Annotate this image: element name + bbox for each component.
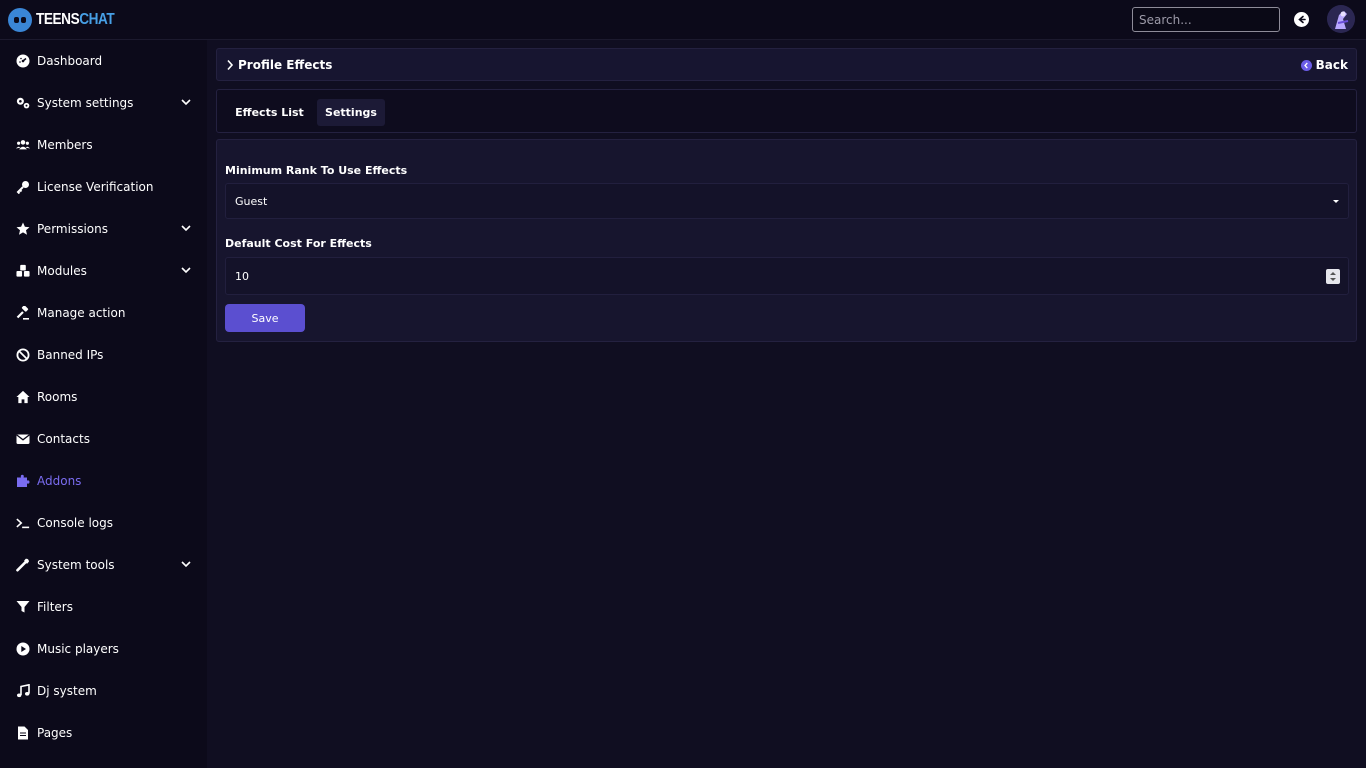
sidebar-item-license-verification[interactable]: License Verification [0,166,207,208]
back-arrow-icon[interactable] [1294,12,1309,27]
puzzle-icon [16,474,30,488]
back-button[interactable]: Back [1300,58,1348,72]
sidebar-item-contacts[interactable]: Contacts [0,418,207,460]
sidebar-item-system-tools[interactable]: System tools [0,544,207,586]
default-cost-value: 10 [235,269,249,283]
default-cost-label: Default Cost For Effects [225,237,372,250]
sidebar-item-label: Manage action [37,306,126,320]
tab-effects-list[interactable]: Effects List [231,99,308,126]
sidebar-item-pages[interactable]: Pages [0,712,207,754]
min-rank-label: Minimum Rank To Use Effects [225,164,408,177]
gears-icon [16,96,30,110]
envelope-icon [16,432,30,446]
sidebar: Dashboard System settings Members Licens… [0,40,207,768]
sidebar-item-manage-action[interactable]: Manage action [0,292,207,334]
sidebar-item-dj-system[interactable]: Dj system [0,670,207,712]
sidebar-item-filters[interactable]: Filters [0,586,207,628]
sidebar-item-label: Rooms [37,390,78,404]
sidebar-item-modules[interactable]: Modules [0,250,207,292]
sidebar-item-music-players[interactable]: Music players [0,628,207,670]
chevron-right-icon [227,59,234,70]
caret-down-icon [1333,200,1339,203]
back-button-label: Back [1315,58,1348,72]
avatar[interactable] [1327,5,1355,33]
min-rank-value: Guest [235,194,268,208]
main-content: Profile Effects Back Effects List Settin… [207,40,1366,768]
settings-form: Minimum Rank To Use Effects Guest Defaul… [216,139,1357,342]
search-input[interactable] [1132,7,1280,32]
sidebar-item-label: Members [37,138,93,152]
logo[interactable]: TEENSCHAT [8,7,128,33]
sidebar-item-label: Modules [37,264,87,278]
chevron-down-icon [181,561,191,568]
logo-mascot-icon [8,8,32,32]
sidebar-item-rooms[interactable]: Rooms [0,376,207,418]
sidebar-item-label: Contacts [37,432,90,446]
gavel-icon [16,306,30,320]
ban-icon [16,348,30,362]
sidebar-item-members[interactable]: Members [0,124,207,166]
key-icon [16,180,30,194]
back-circle-icon [1300,59,1312,71]
sidebar-item-label: Music players [37,642,119,656]
chevron-down-icon [181,99,191,106]
chevron-down-icon [181,267,191,274]
file-icon [16,726,30,740]
home-icon [16,390,30,404]
sidebar-item-permissions[interactable]: Permissions [0,208,207,250]
breadcrumb: Profile Effects Back [216,48,1357,81]
tab-settings[interactable]: Settings [317,99,385,126]
sidebar-item-console-logs[interactable]: Console logs [0,502,207,544]
page-title: Profile Effects [238,57,333,72]
sidebar-item-label: Dj system [37,684,97,698]
sidebar-item-label: Pages [37,726,73,740]
play-circle-icon [16,642,30,656]
cubes-icon [16,264,30,278]
users-icon [16,138,30,152]
sidebar-item-label: Addons [37,474,82,488]
terminal-icon [16,516,30,530]
number-stepper[interactable] [1326,269,1340,284]
sidebar-item-label: Dashboard [37,54,103,68]
sidebar-item-banned-ips[interactable]: Banned IPs [0,334,207,376]
default-cost-input[interactable]: 10 [225,257,1349,295]
sidebar-item-label: System settings [37,96,134,110]
sidebar-item-label: Permissions [37,222,108,236]
wrench-icon [16,558,30,572]
sidebar-item-label: Banned IPs [37,348,104,362]
sidebar-item-label: Filters [37,600,73,614]
logo-text-teens: TEENS [36,11,80,28]
sidebar-item-dashboard[interactable]: Dashboard [0,40,207,82]
music-icon [16,684,30,698]
sidebar-item-system-settings[interactable]: System settings [0,82,207,124]
logo-text-chat: CHAT [79,11,115,28]
tabs-bar: Effects List Settings [216,89,1357,133]
gauge-icon [16,54,30,68]
sidebar-item-label: Console logs [37,516,113,530]
sidebar-item-addons[interactable]: Addons [0,460,207,502]
min-rank-select[interactable]: Guest [225,183,1349,219]
star-icon [16,222,30,236]
sidebar-item-label: System tools [37,558,115,572]
top-bar: TEENSCHAT [0,0,1366,40]
filter-icon [16,600,30,614]
chevron-down-icon [181,225,191,232]
sidebar-item-label: License Verification [37,180,154,194]
save-button[interactable]: Save [225,304,305,332]
